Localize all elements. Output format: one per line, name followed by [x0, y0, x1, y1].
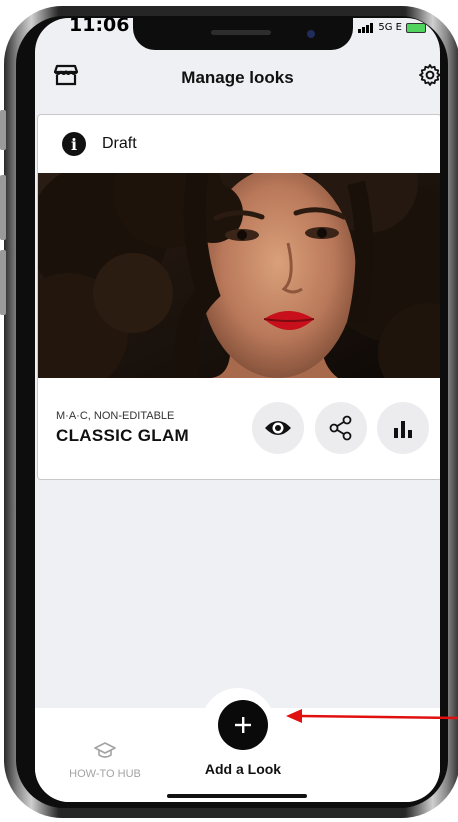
- info-icon: i: [62, 132, 86, 156]
- status-label: Draft: [102, 135, 137, 152]
- how-to-hub-tab[interactable]: HOW-TO HUB: [55, 742, 155, 780]
- notch: [133, 18, 353, 50]
- graduation-cap-icon: [94, 742, 116, 758]
- network-label: 5G E: [378, 22, 402, 33]
- volume-down-button: [0, 250, 6, 315]
- look-info: M·A·C, NON-EDITABLE CLASSIC GLAM: [38, 378, 440, 479]
- add-look-button[interactable]: [218, 700, 268, 750]
- gear-icon[interactable]: [418, 63, 440, 87]
- add-look-label[interactable]: Add a Look: [173, 761, 313, 777]
- preview-button[interactable]: [252, 402, 304, 454]
- volume-up-button: [0, 175, 6, 240]
- brand-label: M·A·C, NON-EDITABLE: [56, 410, 175, 422]
- how-to-hub-label: HOW-TO HUB: [69, 768, 141, 780]
- app-header: Manage looks: [35, 54, 440, 114]
- look-name: CLASSIC GLAM: [56, 426, 189, 445]
- mute-switch: [0, 110, 6, 150]
- earpiece-speaker: [211, 30, 271, 35]
- status-time: 11:06: [69, 18, 130, 36]
- look-card[interactable]: i Draft M·A·C, NON-EDITABLE CLASSIC GLAM: [37, 114, 440, 480]
- look-photo: [38, 173, 440, 378]
- bar-chart-icon: [394, 421, 412, 438]
- plus-icon: [235, 717, 251, 733]
- analytics-button[interactable]: [377, 402, 429, 454]
- share-icon: [329, 415, 352, 441]
- page-title: Manage looks: [181, 68, 294, 87]
- battery-icon: [406, 22, 426, 33]
- share-button[interactable]: [315, 402, 367, 454]
- app-screen: 11:06 5G E Manage looks i Draft M·A·C, N…: [35, 18, 440, 802]
- status-indicators: 5G E: [358, 22, 426, 33]
- front-camera: [307, 30, 315, 38]
- signal-icon: [358, 22, 374, 33]
- status-row: i Draft: [38, 115, 440, 173]
- home-indicator: [167, 794, 307, 798]
- eye-icon: [265, 421, 291, 435]
